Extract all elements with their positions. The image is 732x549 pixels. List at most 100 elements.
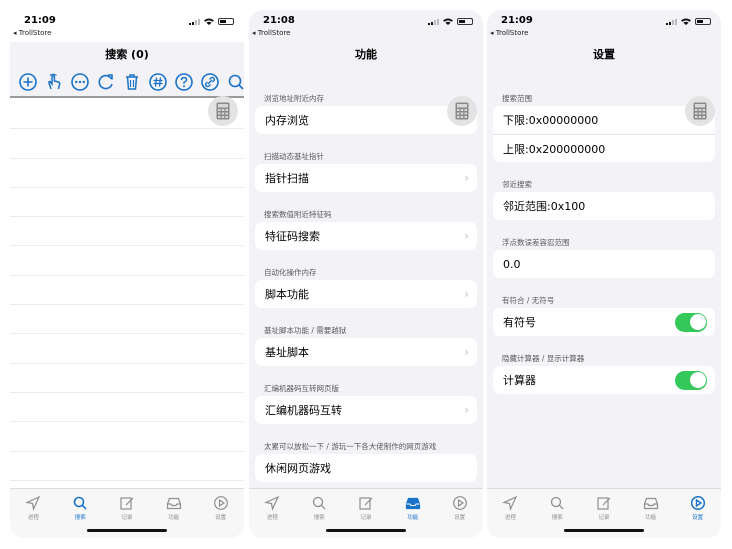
play-circle-icon bbox=[452, 496, 467, 510]
home-indicator[interactable] bbox=[326, 529, 406, 532]
list-item[interactable] bbox=[10, 305, 244, 335]
search-icon bbox=[313, 496, 326, 510]
memory-browse-item[interactable]: 内存浏览 bbox=[255, 106, 477, 134]
add-circle-icon[interactable] bbox=[18, 72, 38, 92]
tab-label: 功能 bbox=[407, 515, 419, 521]
link-icon[interactable] bbox=[200, 72, 220, 92]
tab-label: 设置 bbox=[215, 515, 227, 521]
tab-settings[interactable]: 设置 bbox=[674, 495, 721, 538]
help-icon[interactable] bbox=[174, 72, 194, 92]
list-item[interactable] bbox=[10, 217, 244, 247]
cell-label: 下限:0x00000000 bbox=[503, 114, 599, 127]
tab-label: 记录 bbox=[121, 515, 133, 521]
lower-bound-field[interactable]: 下限:0x00000000 bbox=[493, 106, 715, 134]
search-toolbar bbox=[10, 68, 244, 98]
cell-label: 基址脚本 bbox=[265, 346, 309, 359]
signature-search-item[interactable]: 特征码搜索 › bbox=[255, 222, 477, 250]
play-circle-icon bbox=[213, 496, 228, 510]
wifi-icon bbox=[204, 18, 214, 25]
back-to-trollstore-link[interactable]: ◂ TrollStore bbox=[252, 29, 290, 37]
battery-icon bbox=[457, 18, 473, 25]
trash-icon[interactable] bbox=[122, 72, 142, 92]
section-header: 扫描动态基址指针 bbox=[264, 152, 324, 161]
back-to-trollstore-link[interactable]: ◂ TrollStore bbox=[490, 29, 528, 37]
chevron-right-icon: › bbox=[464, 287, 469, 301]
status-bar: 21:09 ◂ TrollStore bbox=[10, 10, 244, 42]
list-item[interactable] bbox=[10, 364, 244, 393]
tab-process[interactable]: 进程 bbox=[487, 495, 534, 538]
battery-icon bbox=[695, 18, 711, 25]
list-item[interactable] bbox=[10, 393, 244, 423]
cell-label: 有符号 bbox=[503, 316, 536, 329]
upper-bound-field[interactable]: 上限:0x200000000 bbox=[493, 134, 715, 162]
edit-icon bbox=[597, 497, 611, 510]
more-circle-icon[interactable] bbox=[70, 72, 90, 92]
tab-settings[interactable]: 设置 bbox=[197, 495, 244, 538]
assembler-converter-item[interactable]: 汇编机器码互转 › bbox=[255, 396, 477, 424]
cell-label: 上限:0x200000000 bbox=[503, 142, 606, 156]
functions-list: 浏览地址附近内存 内存浏览 扫描动态基址指针 指针扫描 › 搜索数值附近特征码 特… bbox=[249, 92, 483, 498]
cell-label: 休闲网页游戏 bbox=[265, 462, 331, 475]
list-item[interactable] bbox=[10, 334, 244, 364]
tab-label: 设置 bbox=[692, 515, 704, 521]
home-indicator[interactable] bbox=[564, 529, 644, 532]
section-header: 有符合 / 无符号 bbox=[502, 296, 555, 305]
signed-setting-row: 有符号 bbox=[493, 308, 715, 336]
floating-calculator-button[interactable] bbox=[208, 96, 238, 126]
list-item[interactable] bbox=[10, 188, 244, 218]
list-item[interactable] bbox=[10, 276, 244, 306]
list-item[interactable] bbox=[10, 452, 244, 481]
pointer-scan-item[interactable]: 指针扫描 › bbox=[255, 164, 477, 192]
signed-toggle[interactable] bbox=[675, 312, 707, 332]
section-header: 搜索数值附近特征码 bbox=[264, 210, 332, 219]
list-item[interactable] bbox=[10, 129, 244, 159]
list-item[interactable] bbox=[10, 422, 244, 452]
web-games-item[interactable]: 休闲网页游戏 bbox=[255, 454, 477, 482]
refresh-icon[interactable] bbox=[96, 72, 116, 92]
floating-calculator-button[interactable] bbox=[447, 96, 477, 126]
cellular-signal-icon bbox=[189, 19, 200, 25]
tap-gesture-icon[interactable] bbox=[44, 72, 64, 92]
location-arrow-icon bbox=[25, 495, 41, 511]
script-function-item[interactable]: 脚本功能 › bbox=[255, 280, 477, 308]
battery-icon bbox=[218, 18, 234, 25]
search-icon[interactable] bbox=[226, 72, 244, 92]
float-tolerance-field[interactable]: 0.0 bbox=[493, 250, 715, 278]
nearby-range-field[interactable]: 邻近范围:0x100 bbox=[493, 192, 715, 220]
list-item[interactable] bbox=[10, 159, 244, 188]
section-header: 浮点数误差容忍范围 bbox=[502, 238, 570, 247]
edit-icon bbox=[120, 497, 134, 510]
section-header: 汇编机器码互转网页版 bbox=[264, 384, 339, 393]
tab-process[interactable]: 进程 bbox=[249, 495, 296, 538]
home-indicator[interactable] bbox=[87, 529, 167, 532]
cell-label: 汇编机器码互转 bbox=[265, 404, 342, 417]
settings-screen: 21:09 ◂ TrollStore 设置 搜索范围 下限:0x00000000… bbox=[487, 10, 721, 538]
tab-label: 记录 bbox=[598, 515, 610, 521]
inbox-tray-icon bbox=[405, 497, 420, 510]
tab-settings[interactable]: 设置 bbox=[436, 495, 483, 538]
status-bar: 21:08 ◂ TrollStore bbox=[249, 10, 483, 42]
chevron-right-icon: › bbox=[464, 403, 469, 417]
section-header: 太累可以放松一下 / 游玩一下各大佬制作的网页游戏 bbox=[264, 442, 437, 451]
cell-label: 脚本功能 bbox=[265, 288, 309, 301]
back-to-trollstore-link[interactable]: ◂ TrollStore bbox=[13, 29, 51, 37]
tab-label: 进程 bbox=[266, 515, 278, 521]
search-icon bbox=[73, 496, 87, 510]
section-header: 邻近搜索 bbox=[502, 180, 532, 189]
section-header: 自动化操作内存 bbox=[264, 268, 317, 277]
tab-process[interactable]: 进程 bbox=[10, 495, 57, 538]
page-title: 设置 bbox=[593, 48, 615, 61]
tab-label: 搜索 bbox=[74, 515, 86, 521]
base-script-item[interactable]: 基址脚本 › bbox=[255, 338, 477, 366]
list-item[interactable] bbox=[10, 246, 244, 276]
status-time: 21:09 bbox=[24, 15, 56, 26]
play-circle-icon bbox=[690, 495, 705, 511]
calculator-toggle[interactable] bbox=[675, 370, 707, 390]
functions-screen: 21:08 ◂ TrollStore 功能 浏览地址附近内存 内存浏览 扫描动态… bbox=[249, 10, 483, 538]
floating-calculator-button[interactable] bbox=[685, 96, 715, 126]
cell-label: 内存浏览 bbox=[265, 114, 309, 127]
chevron-right-icon: › bbox=[464, 345, 469, 359]
section-header: 隐藏计算器 / 显示计算器 bbox=[502, 354, 585, 363]
cell-label: 计算器 bbox=[503, 374, 536, 387]
hash-icon[interactable] bbox=[148, 72, 168, 92]
